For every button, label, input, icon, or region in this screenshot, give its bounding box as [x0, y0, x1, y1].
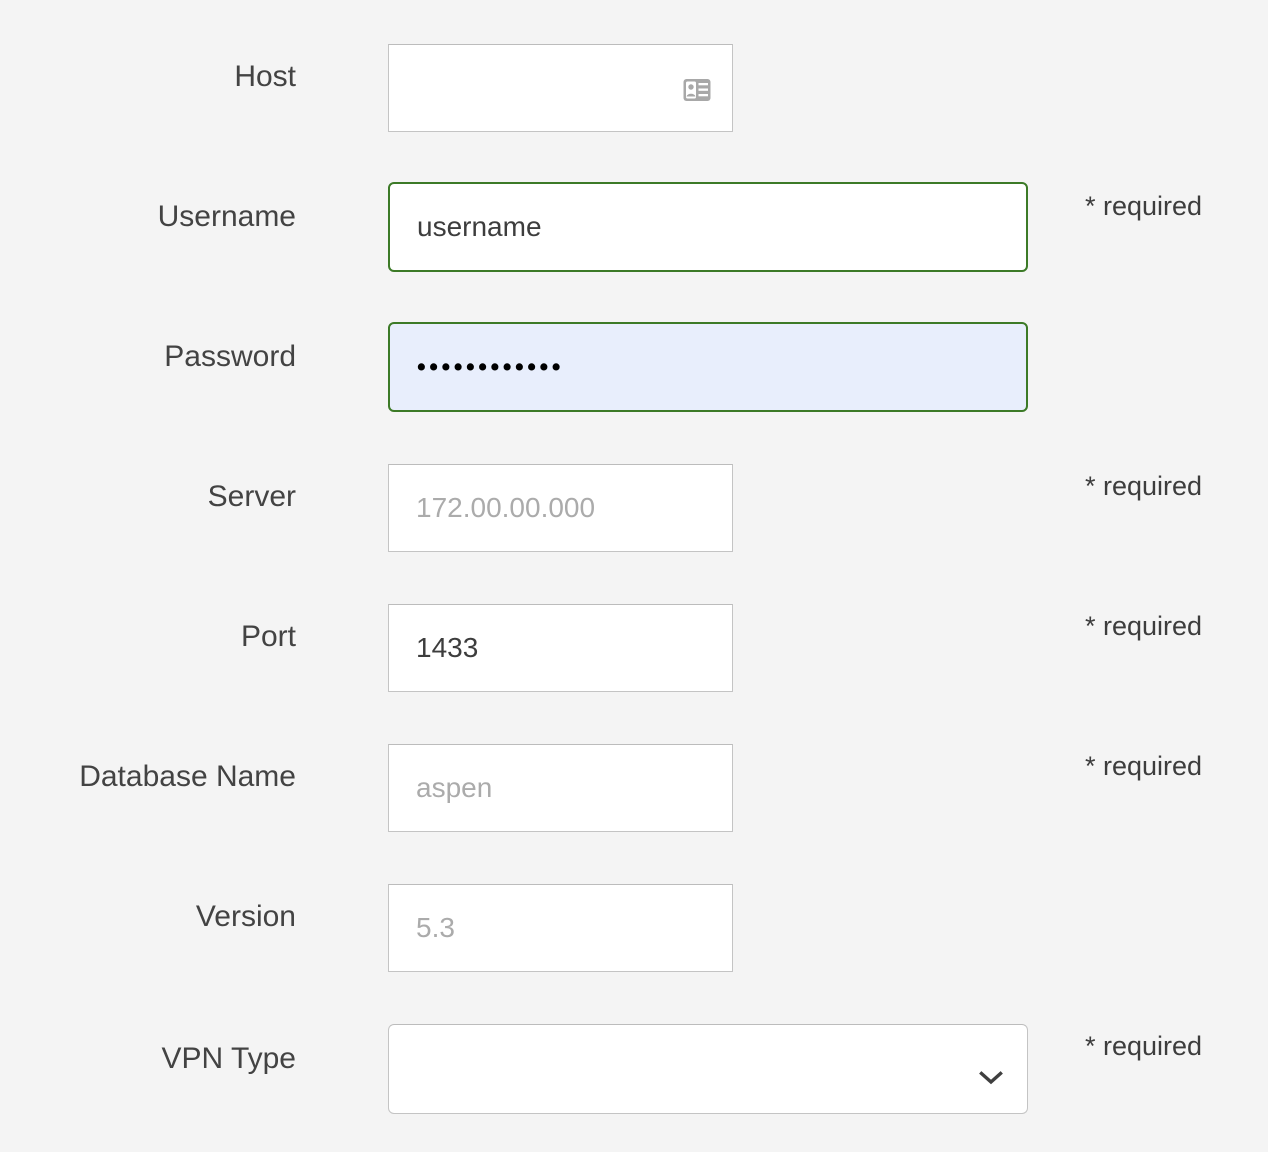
database-name-input[interactable]: aspen: [388, 744, 733, 832]
label-version: Version: [195, 900, 296, 933]
form-row-database-name: Database Name aspen: [0, 744, 1268, 832]
contact-card-icon[interactable]: [683, 77, 711, 101]
host-input[interactable]: [388, 44, 733, 132]
port-input[interactable]: 1433: [388, 604, 733, 692]
form-row-vpn-type: VPN Type: [0, 1024, 1268, 1114]
label-host: Host: [234, 60, 296, 93]
control-wrap-host: [388, 44, 733, 132]
label-server: Server: [207, 480, 296, 513]
database-name-input-placeholder: aspen: [416, 772, 493, 803]
label-username: Username: [157, 200, 296, 233]
label-password: Password: [164, 340, 296, 373]
required-note-vpn-type: * required: [1085, 1031, 1203, 1061]
required-note-database-name: * required: [1085, 751, 1203, 781]
form-row-port: Port 1433: [0, 604, 1268, 692]
server-input[interactable]: 172.00.00.000: [388, 464, 733, 552]
control-wrap-database-name: aspen: [388, 744, 733, 832]
password-input[interactable]: ••••••••••••: [388, 322, 1028, 412]
server-input-placeholder: 172.00.00.000: [416, 492, 596, 523]
control-wrap-port: 1433: [388, 604, 733, 692]
label-database-name: Database Name: [79, 760, 296, 793]
required-note-server: * required: [1085, 471, 1203, 501]
required-note-username: * required: [1085, 191, 1203, 221]
control-wrap-password: ••••••••••••: [388, 322, 1028, 412]
required-note-port: * required: [1085, 611, 1203, 641]
port-input-value: 1433: [416, 632, 479, 663]
form-row-username: Username username: [0, 182, 1268, 272]
label-port: Port: [240, 620, 296, 653]
form-row-host: Host: [0, 44, 1268, 132]
form-row-server: Server 172.00.00.000: [0, 464, 1268, 552]
version-input[interactable]: 5.3: [388, 884, 733, 972]
password-input-value: ••••••••••••: [417, 352, 565, 381]
form-row-password: Password ••••••••••••: [0, 322, 1268, 412]
vpn-type-select[interactable]: [388, 1024, 1028, 1114]
label-vpn-type: VPN Type: [161, 1042, 296, 1075]
control-wrap-server: 172.00.00.000: [388, 464, 733, 552]
version-input-placeholder: 5.3: [416, 912, 455, 943]
control-wrap-vpn-type: [388, 1024, 1028, 1114]
username-input[interactable]: username: [388, 182, 1028, 272]
chevron-down-icon: [979, 1061, 1003, 1085]
form-row-version: Version 5.3: [0, 884, 1268, 972]
username-input-value: username: [417, 211, 542, 242]
connection-settings-form: Host Username username * required Passwo…: [0, 0, 1268, 1152]
control-wrap-version: 5.3: [388, 884, 733, 972]
control-wrap-username: username: [388, 182, 1028, 272]
